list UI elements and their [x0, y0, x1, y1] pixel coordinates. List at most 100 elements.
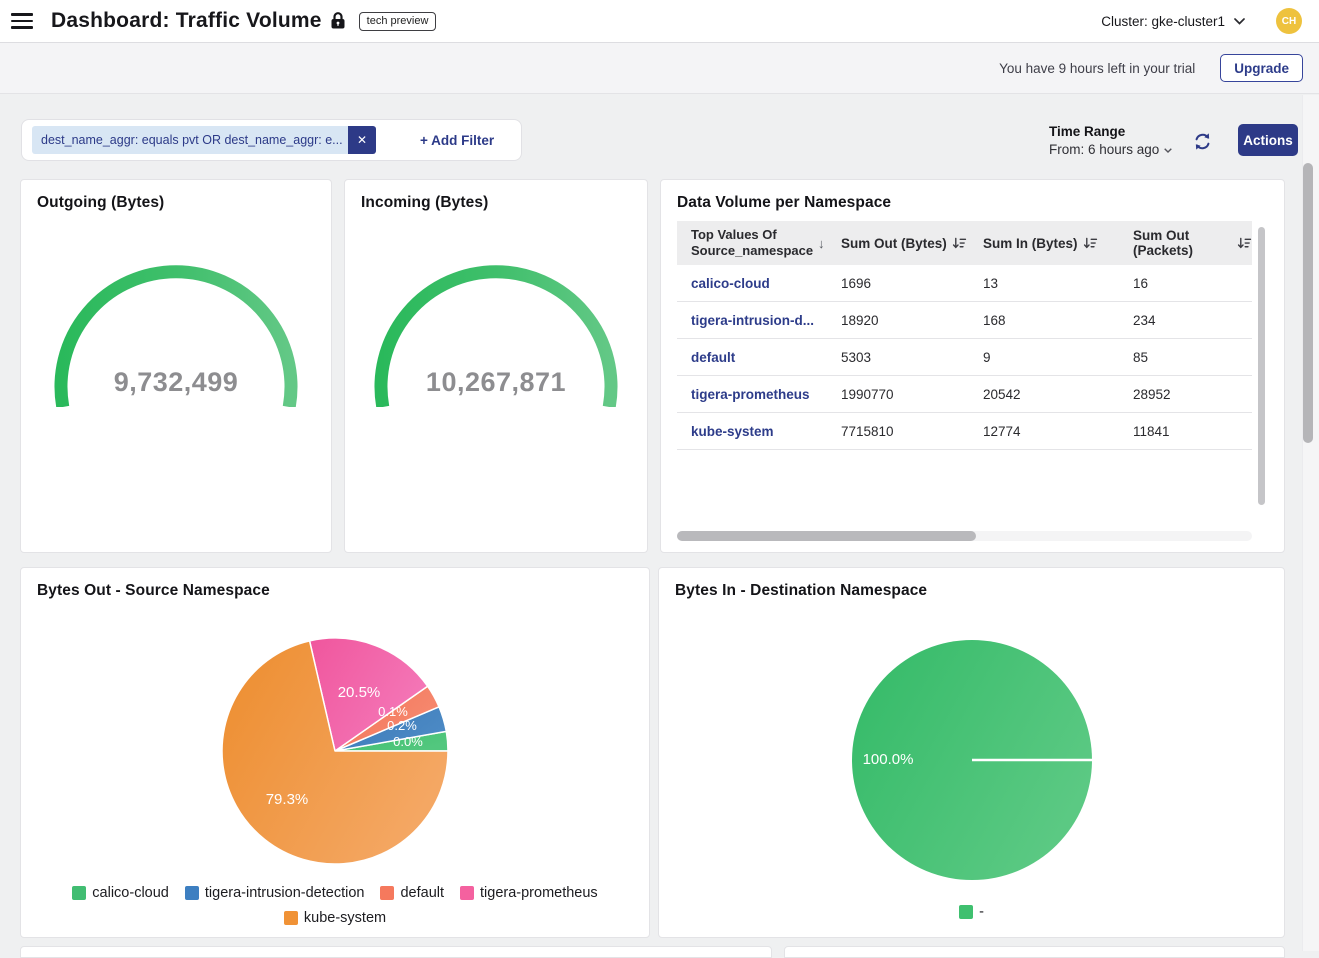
table-horizontal-scrollbar-thumb[interactable] [677, 531, 976, 541]
table-cell: 7715810 [841, 424, 983, 439]
time-range-selector[interactable]: From: 6 hours ago [1049, 142, 1172, 157]
gauge-chart-incoming: 10,267,871 [345, 257, 647, 407]
pie-chart-bytes-out: 0.0%0.2%0.1%20.5%79.3% [185, 601, 485, 901]
legend-item-tigera-intrusion-detection[interactable]: tigera-intrusion-detection [185, 883, 365, 903]
chevron-down-icon [1164, 142, 1172, 157]
avatar[interactable]: CH [1276, 8, 1302, 34]
table-header-source-namespace[interactable]: Top Values Of Source_namespace ↓ [691, 227, 841, 258]
table-cell: 18920 [841, 313, 983, 328]
legend-label: kube-system [304, 908, 386, 928]
trial-banner: You have 9 hours left in your trial Upgr… [0, 43, 1319, 94]
remove-filter-button[interactable]: ✕ [348, 126, 376, 154]
legend-swatch [72, 886, 86, 900]
trial-message: You have 9 hours left in your trial [999, 61, 1195, 76]
legend-item-default[interactable]: default [380, 883, 444, 903]
table-cell: 20542 [983, 387, 1133, 402]
card-title: Bytes In - Destination Namespace [659, 568, 1284, 600]
table-cell: 13 [983, 276, 1133, 291]
cluster-selector-label: Cluster: gke-cluster1 [1101, 14, 1225, 29]
add-filter-button[interactable]: + Add Filter [420, 133, 494, 148]
table-header-sum-out-packets[interactable]: Sum Out (Packets) [1133, 228, 1252, 258]
card-title: Outgoing (Bytes) [21, 180, 331, 212]
table-header-row: Top Values Of Source_namespace ↓ Sum Out… [677, 221, 1252, 265]
sort-amount-icon [1083, 236, 1098, 251]
table-cell: 5303 [841, 350, 983, 365]
legend-label: calico-cloud [92, 883, 169, 903]
card-outgoing-bytes: Outgoing (Bytes) 9,732,499 [20, 179, 332, 553]
table-row: kube-system77158101277411841 [677, 413, 1252, 450]
table-cell: 9 [983, 350, 1133, 365]
namespace-link[interactable]: tigera-prometheus [691, 387, 841, 402]
refresh-icon [1192, 133, 1213, 148]
card-title: Incoming (Bytes) [345, 180, 647, 212]
table-row: calico-cloud16961316 [677, 265, 1252, 302]
legend-swatch [959, 905, 973, 919]
tech-preview-badge: tech preview [359, 12, 437, 31]
sort-amount-icon [1237, 236, 1252, 251]
hamburger-menu-button[interactable] [11, 13, 33, 29]
refresh-button[interactable] [1190, 129, 1215, 154]
table-header-sum-in-bytes[interactable]: Sum In (Bytes) [983, 236, 1133, 251]
cluster-selector[interactable]: Cluster: gke-cluster1 [1101, 14, 1245, 29]
table-cell: 168 [983, 313, 1133, 328]
table-cell: 234 [1133, 313, 1252, 328]
pie-percentage-label: 0.0% [393, 734, 423, 749]
table-row: tigera-intrusion-d...18920168234 [677, 302, 1252, 339]
legend-swatch [460, 886, 474, 900]
time-range: Time Range From: 6 hours ago [1049, 124, 1172, 157]
table-vertical-scrollbar-thumb[interactable] [1258, 227, 1265, 505]
time-range-value: From: 6 hours ago [1049, 142, 1159, 157]
lock-icon [331, 12, 345, 30]
app-header: Dashboard: Traffic Volume tech preview C… [0, 0, 1319, 43]
table-row: tigera-prometheus19907702054228952 [677, 376, 1252, 413]
filter-chip-label: dest_name_aggr: equals pvt OR dest_name_… [32, 126, 348, 154]
legend-item-kube-system[interactable]: kube-system [284, 908, 386, 928]
upgrade-button[interactable]: Upgrade [1220, 54, 1303, 82]
legend-swatch [380, 886, 394, 900]
filter-panel: dest_name_aggr: equals pvt OR dest_name_… [21, 119, 522, 161]
legend-item-tigera-prometheus[interactable]: tigera-prometheus [460, 883, 598, 903]
gauge-chart-outgoing: 9,732,499 [21, 257, 331, 407]
legend-item-calico-cloud[interactable]: calico-cloud [72, 883, 169, 903]
partial-card [784, 946, 1285, 958]
namespace-link[interactable]: default [691, 350, 841, 365]
column-label: Sum In (Bytes) [983, 236, 1078, 251]
column-label: Sum Out (Packets) [1133, 228, 1232, 258]
filter-chip[interactable]: dest_name_aggr: equals pvt OR dest_name_… [32, 126, 376, 154]
namespace-link[interactable]: tigera-intrusion-d... [691, 313, 841, 328]
table-header-sum-out-bytes[interactable]: Sum Out (Bytes) [841, 236, 983, 251]
legend-label: tigera-intrusion-detection [205, 883, 365, 903]
partial-card [20, 946, 772, 958]
namespace-table: Top Values Of Source_namespace ↓ Sum Out… [677, 221, 1268, 526]
table-cell: 11841 [1133, 424, 1252, 439]
page-scrollbar-thumb[interactable] [1303, 163, 1313, 443]
time-range-label: Time Range [1049, 124, 1172, 139]
pie-percentage-label: 100.0% [862, 751, 913, 768]
legend-item--[interactable]: - [959, 902, 984, 922]
page-title: Dashboard: Traffic Volume [51, 9, 322, 33]
legend-label: - [979, 902, 984, 922]
sort-arrow-icon: ↓ [818, 236, 825, 251]
card-incoming-bytes: Incoming (Bytes) 10,267,871 [344, 179, 648, 553]
table-cell: 1990770 [841, 387, 983, 402]
namespace-link[interactable]: calico-cloud [691, 276, 841, 291]
column-label: Sum Out (Bytes) [841, 236, 947, 251]
namespace-link[interactable]: kube-system [691, 424, 841, 439]
actions-button[interactable]: Actions [1238, 124, 1298, 156]
card-bytes-in-pie: Bytes In - Destination Namespace 100.0% … [658, 567, 1285, 938]
chevron-down-icon [1234, 14, 1245, 29]
pie-chart-bytes-in: 100.0% [822, 610, 1122, 910]
close-icon: ✕ [357, 133, 367, 147]
table-cell: 1696 [841, 276, 983, 291]
legend-label: tigera-prometheus [480, 883, 598, 903]
pie-legend: - [659, 900, 1284, 925]
gauge-value: 9,732,499 [114, 367, 239, 397]
legend-swatch [185, 886, 199, 900]
table-row: default5303985 [677, 339, 1252, 376]
pie-percentage-label: 79.3% [266, 791, 309, 808]
card-bytes-out-pie: Bytes Out - Source Namespace 0.0%0.2%0.1… [20, 567, 650, 938]
card-data-volume: Data Volume per Namespace Top Values Of … [660, 179, 1285, 553]
table-body: calico-cloud16961316tigera-intrusion-d..… [677, 265, 1268, 450]
card-title: Bytes Out - Source Namespace [21, 568, 649, 600]
card-title: Data Volume per Namespace [661, 180, 1284, 212]
